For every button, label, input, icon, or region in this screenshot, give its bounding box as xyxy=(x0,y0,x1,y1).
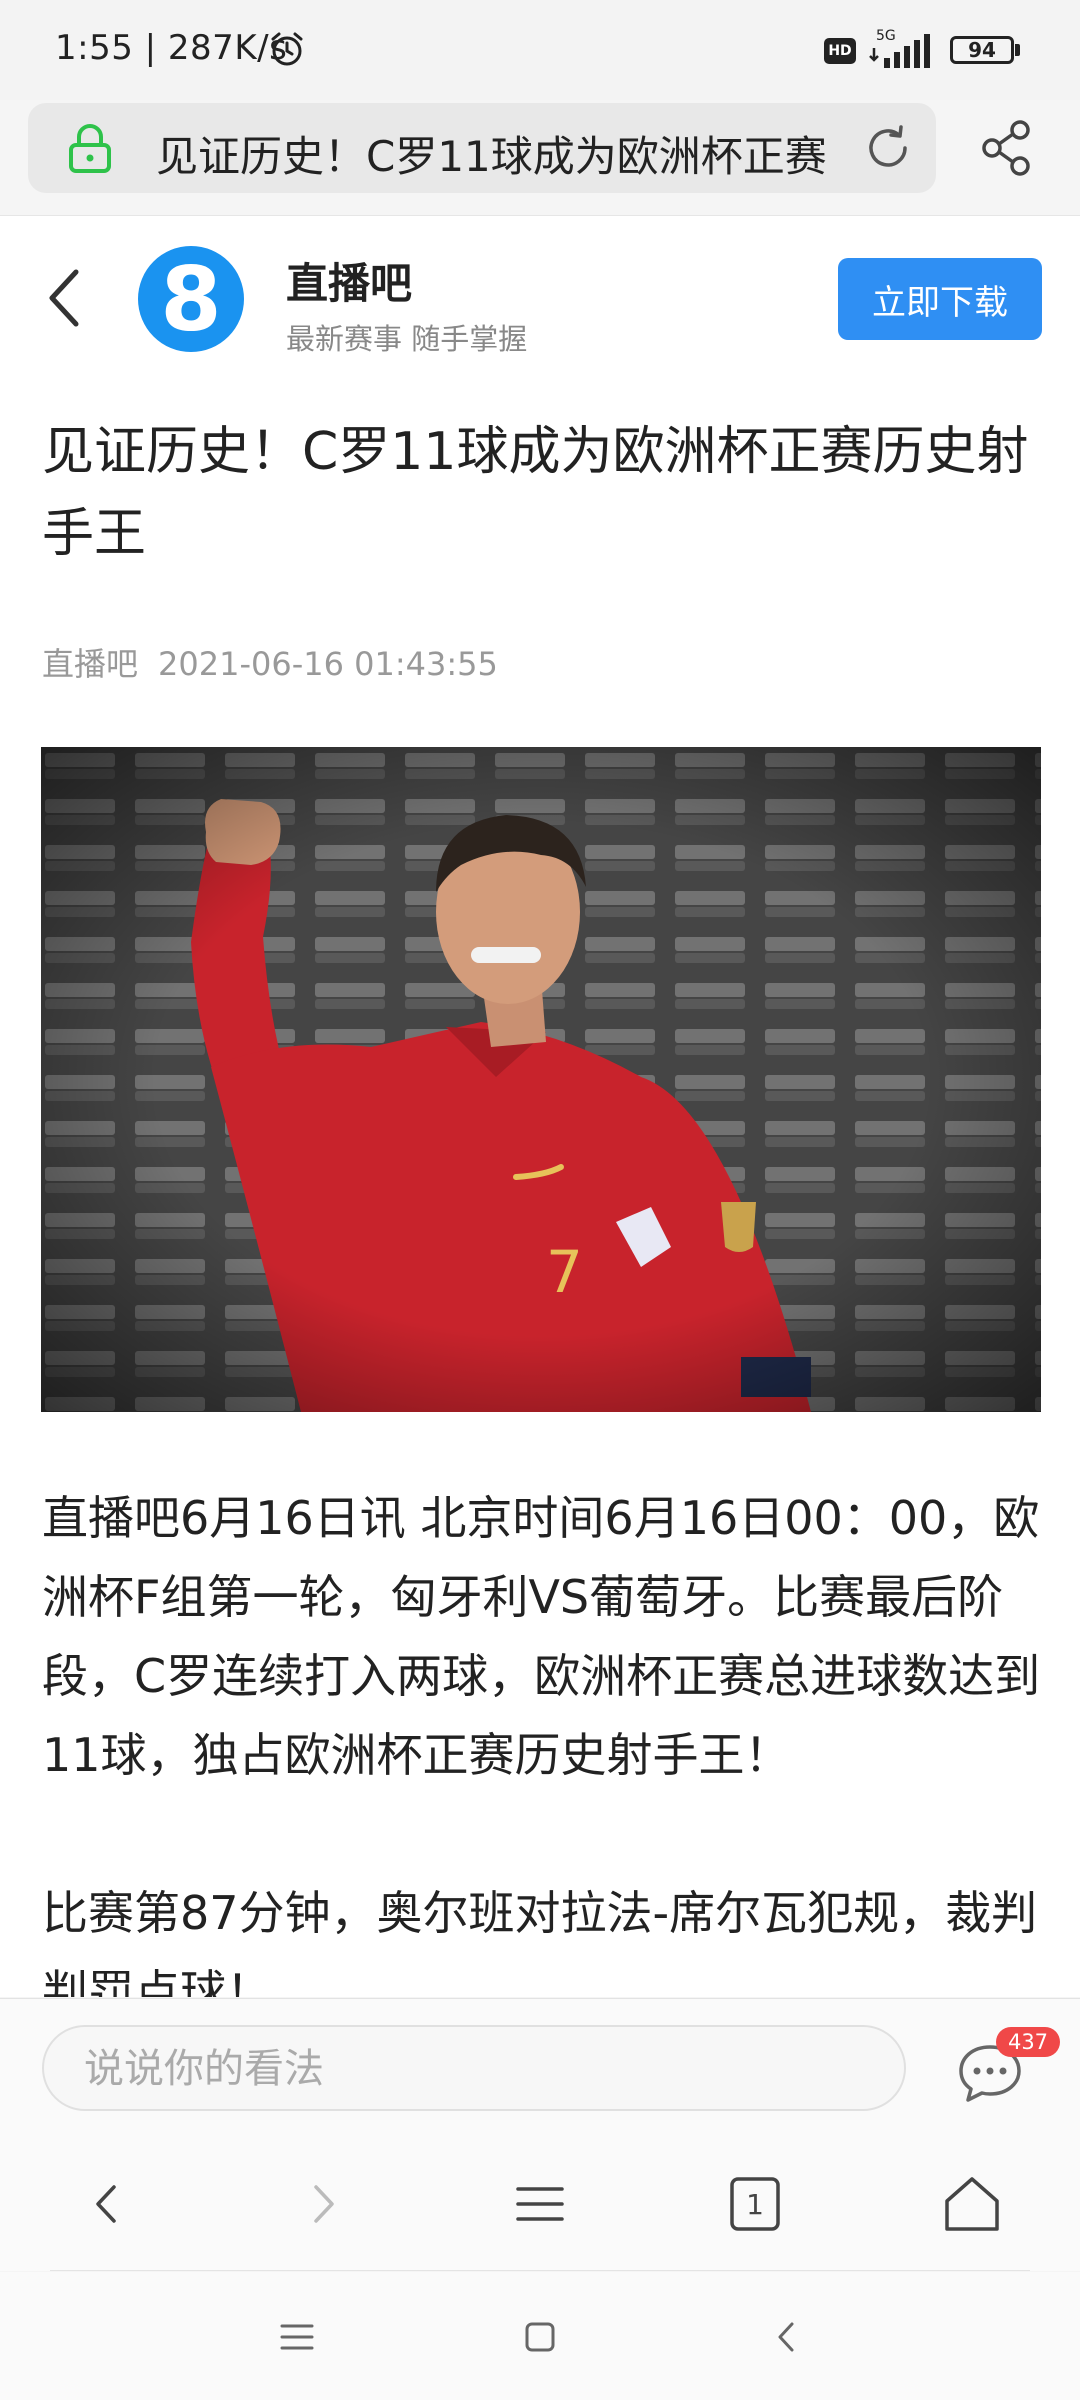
comment-count-badge: 437 xyxy=(996,2027,1060,2057)
status-bar: 1:55 | 287K/s HD 5G 94 xyxy=(0,0,1080,100)
back-icon[interactable] xyxy=(72,2169,142,2239)
comment-input[interactable] xyxy=(82,2027,866,2111)
article-headline: 见证历史！C罗11球成为欧洲杯正赛历史射手王 xyxy=(42,422,1029,564)
app-tagline: 最新赛事 随手掌握 xyxy=(286,322,528,356)
article-source: 直播吧 xyxy=(42,645,139,683)
hd-badge: HD xyxy=(824,38,856,64)
article-paragraph: 直播吧6月16日讯 北京时间6月16日00：00，欧洲杯F组第一轮，匈牙利VS葡… xyxy=(42,1491,1041,1782)
home-icon[interactable] xyxy=(937,2169,1007,2239)
toolbar-divider xyxy=(50,2270,1030,2271)
browser-toolbar: 1 xyxy=(0,2139,1080,2271)
comment-bar: 437 xyxy=(0,1998,1080,2140)
article-paragraph: 比赛第87分钟，奥尔班对拉法-席尔瓦犯规，裁判判罚点球！ xyxy=(42,1886,1038,1997)
alarm-icon xyxy=(271,32,303,66)
app-logo-text: 8 xyxy=(160,247,222,351)
system-navigation-bar xyxy=(0,2272,1080,2400)
article-content: 见证历史！C罗11球成为欧洲杯正赛历史射手王 直播吧 2021-06-16 01:… xyxy=(0,381,1080,1997)
player-celebration-image: 7 xyxy=(41,747,1041,1412)
recents-icon[interactable] xyxy=(272,2312,322,2362)
reload-icon[interactable] xyxy=(863,123,913,173)
comment-input-container[interactable] xyxy=(42,2025,906,2111)
lock-icon xyxy=(69,124,111,173)
tab-count: 1 xyxy=(746,2187,764,2221)
download-now-button[interactable]: 立即下载 xyxy=(838,258,1042,340)
battery-tip xyxy=(1015,44,1020,56)
page-title-in-address-bar[interactable]: 见证历史！C罗11球成为欧洲杯正赛 xyxy=(156,123,856,184)
menu-icon[interactable] xyxy=(505,2169,575,2239)
battery-icon: 94 xyxy=(950,36,1014,64)
signal-icon xyxy=(869,34,930,68)
address-bar[interactable]: 见证历史！C罗11球成为欧洲杯正赛 xyxy=(28,103,936,193)
article-body: 直播吧6月16日讯 北京时间6月16日00：00，欧洲杯F组第一轮，匈牙利VS葡… xyxy=(42,1479,1042,1997)
article-datetime: 2021-06-16 01:43:55 xyxy=(158,645,498,683)
back-arrow-icon[interactable] xyxy=(44,266,84,330)
app-logo[interactable]: 8 xyxy=(138,246,244,352)
article-meta: 直播吧 2021-06-16 01:43:55 xyxy=(42,639,498,685)
tabs-button[interactable]: 1 xyxy=(720,2169,790,2239)
article-photo[interactable]: 7 xyxy=(41,747,1041,1412)
app-name: 直播吧 xyxy=(286,259,413,308)
app-download-banner: 8 直播吧 最新赛事 随手掌握 立即下载 xyxy=(0,215,1080,382)
forward-icon[interactable] xyxy=(288,2169,358,2239)
status-time: 1:55 | 287K/s xyxy=(55,28,288,68)
back-triangle-icon[interactable] xyxy=(762,2312,812,2362)
home-square-icon[interactable] xyxy=(515,2312,565,2362)
share-icon[interactable] xyxy=(980,118,1036,178)
